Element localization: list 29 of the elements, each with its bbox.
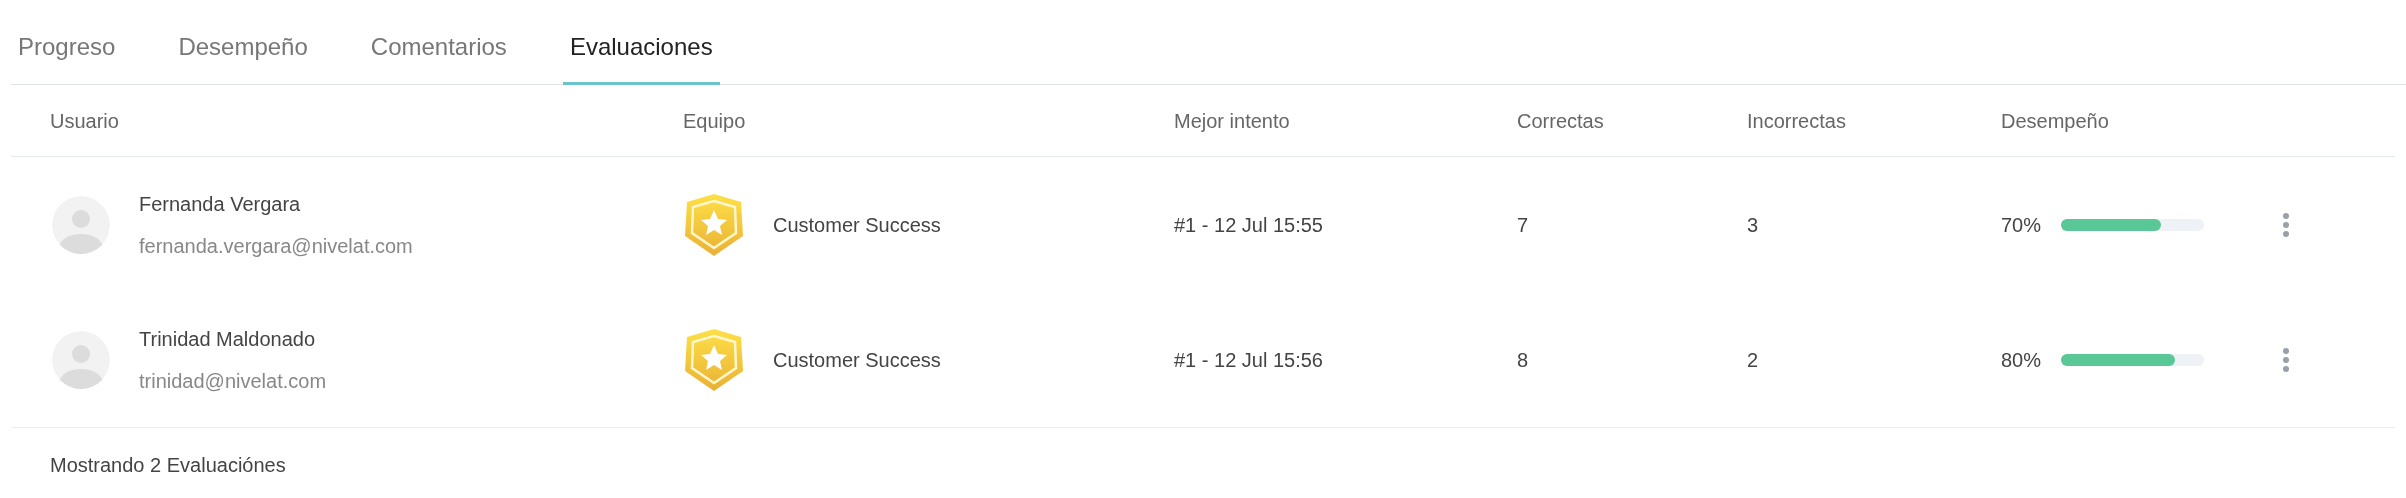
incorrect-count: 3	[1747, 213, 1759, 236]
tab[interactable]: Comentarios	[363, 0, 514, 85]
column-header: Usuario	[50, 109, 119, 132]
user-email: trinidad@nivelat.com	[139, 368, 327, 394]
column-header: Equipo	[683, 109, 746, 132]
correct-count: 7	[1517, 213, 1529, 236]
footer-count: Mostrando 2 Evaluaciónes	[50, 454, 286, 476]
tab[interactable]: Progreso	[11, 0, 123, 85]
performance-percent: 70%	[2001, 212, 2043, 238]
column-header: Incorrectas	[1747, 109, 1846, 132]
incorrect-count: 2	[1747, 348, 1759, 371]
user-email: fernanda.vergara@nivelat.com	[139, 233, 413, 259]
correct-count: 8	[1517, 348, 1529, 371]
star-badge-icon	[683, 191, 745, 258]
team-name: Customer Success	[773, 347, 941, 373]
star-badge-icon	[683, 326, 745, 393]
tab[interactable]: Desempeño	[171, 0, 315, 85]
performance-percent: 80%	[2001, 347, 2043, 373]
tab[interactable]: Evaluaciones	[562, 0, 720, 85]
column-header: Mejor intento	[1174, 109, 1290, 132]
best-attempt: #1 - 12 Jul 15:56	[1174, 348, 1323, 371]
user-name: Fernanda Vergara	[139, 191, 302, 217]
best-attempt: #1 - 12 Jul 15:55	[1174, 213, 1323, 236]
avatar-icon	[52, 330, 110, 389]
column-header: Desempeño	[2001, 109, 2109, 132]
team-name: Customer Success	[773, 212, 941, 238]
user-name: Trinidad Maldonado	[139, 326, 317, 352]
avatar-icon	[52, 195, 110, 254]
column-header: Correctas	[1517, 109, 1604, 132]
